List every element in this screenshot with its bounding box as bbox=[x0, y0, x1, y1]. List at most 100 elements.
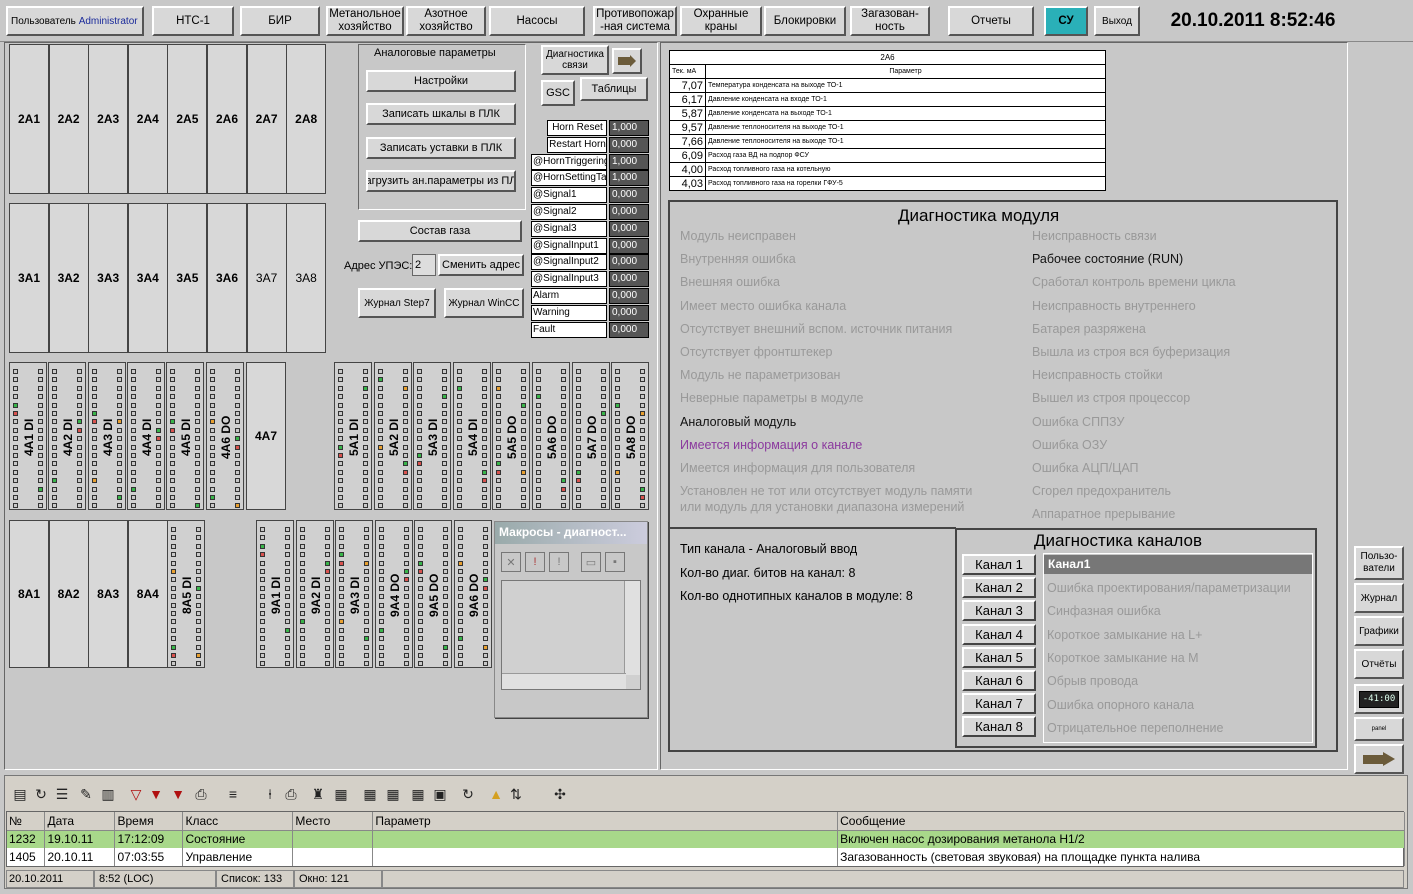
nav-button-2[interactable]: Метанольное хозяйство bbox=[326, 6, 404, 36]
panel-button[interactable]: panel bbox=[1354, 717, 1404, 741]
rack-module-2A5[interactable]: 2A5 bbox=[167, 44, 208, 194]
nav-button-11[interactable]: Выход bbox=[1094, 6, 1140, 36]
rack-module-3A2[interactable]: 3A2 bbox=[48, 203, 89, 353]
nav-button-0[interactable]: НТС-1 bbox=[152, 6, 234, 36]
io-slot[interactable]: 4A1 DI bbox=[9, 362, 47, 510]
gas-composition-button[interactable]: Состав газа bbox=[358, 220, 522, 242]
channel-button-7[interactable]: Канал 7 bbox=[962, 693, 1036, 715]
toolbar-filter-clear-icon[interactable]: ▼ bbox=[170, 785, 186, 803]
graphs-button[interactable]: Графики bbox=[1354, 616, 1404, 646]
io-slot[interactable]: 4A3 DI bbox=[87, 362, 126, 510]
io-slot[interactable]: 5A8 DO bbox=[611, 362, 650, 510]
rack-module-4A7[interactable]: 4A7 bbox=[246, 362, 286, 510]
macros-hscroll[interactable] bbox=[502, 673, 626, 689]
journal-button[interactable]: Журнал bbox=[1354, 583, 1404, 613]
rack-module-2A2[interactable]: 2A2 bbox=[48, 44, 89, 194]
toolbar-list-icon[interactable]: ☰ bbox=[54, 785, 70, 803]
event-table[interactable]: № Дата Время Класс Место Параметр Сообщение 12… bbox=[6, 811, 1405, 867]
stop-icon[interactable]: ! bbox=[525, 552, 545, 572]
rack-module-8A1[interactable]: 8A1 bbox=[9, 520, 49, 668]
nav-button-4[interactable]: Насосы bbox=[489, 6, 585, 36]
toolbar-settings-icon[interactable]: ✣ bbox=[552, 785, 568, 803]
rack-module-3A5[interactable]: 3A5 bbox=[167, 203, 208, 353]
toolbar-window-icon[interactable]: ▣ bbox=[432, 785, 448, 803]
diag-connection-button[interactable]: Диагностика связи bbox=[541, 45, 609, 75]
pointer-icon[interactable] bbox=[612, 48, 642, 74]
nav-button-6[interactable]: Охранные краны bbox=[680, 6, 762, 36]
rack-module-8A4[interactable]: 8A4 bbox=[127, 520, 168, 668]
toolbar-grid2-icon[interactable]: ▦ bbox=[362, 785, 378, 803]
rack-module-8A3[interactable]: 8A3 bbox=[88, 520, 129, 668]
nav-button-8[interactable]: Загазован-ность bbox=[850, 6, 930, 36]
io-slot[interactable]: 5A7 DO bbox=[571, 362, 610, 510]
io-slot[interactable]: 9A2 DI bbox=[295, 520, 334, 668]
io-slot[interactable]: 9A1 DI bbox=[256, 520, 294, 668]
gsc-button[interactable]: GSC bbox=[541, 80, 575, 106]
toolbar-printer-icon[interactable]: ⎙ bbox=[283, 785, 299, 803]
macros-vscroll[interactable] bbox=[624, 581, 640, 675]
rack-module-3A1[interactable]: 3A1 bbox=[9, 203, 49, 353]
event-row[interactable]: 1232 19.10.11 17:12:09 Состояние Включен нас… bbox=[7, 830, 1405, 848]
channel-button-5[interactable]: Канал 5 bbox=[962, 646, 1036, 668]
rack-module-2A1[interactable]: 2A1 bbox=[9, 44, 49, 194]
load-params-button[interactable]: агрузить ан.параметры из ПЛ bbox=[366, 170, 516, 192]
toolbar-grid-icon[interactable]: ▦ bbox=[333, 785, 349, 803]
io-slot[interactable]: 5A5 DO bbox=[492, 362, 531, 510]
io-slot[interactable]: 4A5 DI bbox=[166, 362, 205, 510]
io-slot[interactable]: 5A1 DI bbox=[334, 362, 372, 510]
rack-module-2A7[interactable]: 2A7 bbox=[246, 44, 287, 194]
channel-button-6[interactable]: Канал 6 bbox=[962, 670, 1036, 691]
change-address-button[interactable]: Сменить адрес bbox=[438, 254, 524, 276]
nav-button-7[interactable]: Блокировки bbox=[764, 6, 846, 36]
toolbar-grid4-icon[interactable]: ▦ bbox=[410, 785, 426, 803]
rack-module-2A4[interactable]: 2A4 bbox=[127, 44, 168, 194]
pause-icon[interactable]: ! bbox=[549, 552, 569, 572]
rack-module-3A6[interactable]: 3A6 bbox=[207, 203, 247, 353]
toolbar-reload-icon[interactable]: ↻ bbox=[460, 785, 476, 803]
nav-button-9[interactable]: Отчеты bbox=[948, 6, 1034, 36]
toolbar-filter-icon[interactable]: ▽ bbox=[128, 785, 144, 803]
rack-module-2A6[interactable]: 2A6 bbox=[207, 44, 247, 194]
rack-module-3A8[interactable]: 3A8 bbox=[286, 203, 327, 353]
io-slot[interactable]: 4A4 DI bbox=[126, 362, 165, 510]
io-slot[interactable]: 4A2 DI bbox=[48, 362, 87, 510]
toolbar-print-icon[interactable]: ⎙ bbox=[193, 785, 209, 803]
clock-icon[interactable]: -41:00 bbox=[1354, 684, 1404, 714]
toolbar-lock-icon[interactable]: ▲ bbox=[488, 785, 504, 803]
macros-title-bar[interactable]: Макросы - диагност... bbox=[495, 522, 647, 544]
save-icon[interactable]: ▪ bbox=[605, 552, 625, 572]
toolbar-sort-icon[interactable]: ⇅ bbox=[508, 785, 524, 803]
rack-module-8A2[interactable]: 8A2 bbox=[48, 520, 89, 668]
io-slot[interactable]: 5A2 DI bbox=[373, 362, 412, 510]
channel-button-8[interactable]: Канал 8 bbox=[962, 716, 1036, 738]
toolbar-filter-check-icon[interactable]: ▼ bbox=[148, 785, 164, 803]
rack-module-3A7[interactable]: 3A7 bbox=[246, 203, 287, 353]
nav-button-5[interactable]: Противопожар -ная система bbox=[593, 6, 677, 36]
toolbar-chart-icon[interactable]: ▥ bbox=[100, 785, 116, 803]
toolbar-page-icon[interactable]: ▤ bbox=[12, 785, 28, 803]
journal-step7-button[interactable]: Журнал Step7 bbox=[358, 288, 436, 318]
rack-module-2A3[interactable]: 2A3 bbox=[88, 44, 129, 194]
journal-wincc-button[interactable]: Журнал WinCC bbox=[444, 288, 524, 318]
io-slot[interactable]: 9A3 DI bbox=[335, 520, 374, 668]
reports-button[interactable]: Отчёты bbox=[1354, 649, 1404, 679]
channel-button-4[interactable]: Канал 4 bbox=[962, 623, 1036, 645]
toolbar-refresh-icon[interactable]: ↻ bbox=[33, 785, 49, 803]
nav-button-1[interactable]: БИР bbox=[240, 6, 320, 36]
write-scales-button[interactable]: Записать шкалы в ПЛК bbox=[366, 103, 516, 125]
toolbar-grid3-icon[interactable]: ▦ bbox=[385, 785, 401, 803]
toolbar-edit-icon[interactable]: ✎ bbox=[78, 785, 94, 803]
settings-button[interactable]: Настройки bbox=[366, 70, 516, 92]
delete-icon[interactable]: ✕ bbox=[501, 552, 521, 572]
tables-button[interactable]: Таблицы bbox=[580, 77, 648, 101]
event-row[interactable]: 1405 20.10.11 07:03:55 Управление Загазованн… bbox=[7, 848, 1405, 866]
io-slot[interactable]: 5A4 DI bbox=[452, 362, 491, 510]
io-slot[interactable]: 5A6 DO bbox=[532, 362, 570, 510]
channel-button-2[interactable]: Канал 2 bbox=[962, 577, 1036, 599]
io-slot[interactable]: 8A5 DI bbox=[167, 520, 205, 668]
channel-button-3[interactable]: Канал 3 bbox=[962, 600, 1036, 622]
io-slot[interactable]: 9A5 DO bbox=[414, 520, 453, 668]
macros-window[interactable]: Макросы - диагност... ✕ ! ! ▭ ▪ bbox=[494, 521, 648, 718]
rack-module-3A3[interactable]: 3A3 bbox=[88, 203, 129, 353]
rack-module-2A8[interactable]: 2A8 bbox=[286, 44, 327, 194]
